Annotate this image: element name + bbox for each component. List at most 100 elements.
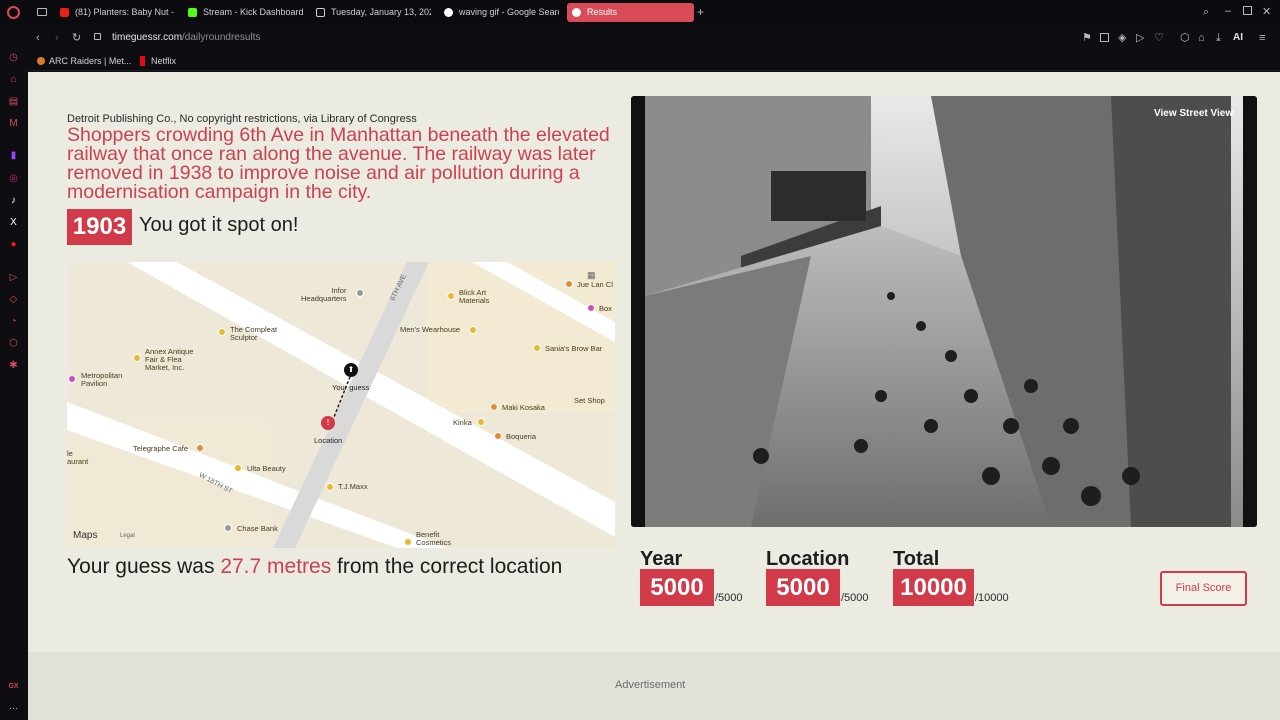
map-view-icon[interactable]: ▦	[587, 270, 596, 281]
settings-icon[interactable]: ✱	[8, 360, 19, 371]
menu-icon[interactable]: ≡	[1259, 32, 1265, 44]
historical-photo[interactable]	[631, 96, 1257, 527]
map-poi-icon	[533, 344, 541, 352]
guess-distance-text: Your guess was 27.7 metres from the corr…	[67, 555, 563, 578]
bookmark-arc-raiders[interactable]: ARC Raiders | Met...	[49, 56, 131, 66]
total-score-label: Total	[893, 548, 940, 570]
map-label: Infor Headquarters	[301, 286, 347, 303]
map-poi-icon	[218, 328, 226, 336]
year-badge: 1903	[67, 209, 132, 245]
reload-icon[interactable]: ↻	[72, 32, 81, 44]
new-tab-icon[interactable]: +	[697, 6, 704, 18]
speed-dial-icon[interactable]: ◷	[8, 52, 19, 63]
map-label: The Compleat Sculptor	[230, 325, 278, 342]
map-label: Benefit Cosmetics	[416, 530, 452, 547]
messenger-icon[interactable]: M	[8, 118, 19, 129]
tab-youtube[interactable]: (81) Planters: Baby Nut - 2	[55, 3, 175, 22]
map-poi-icon	[234, 464, 242, 472]
bookmarks-bar: ARC Raiders | Met... Netflix	[0, 51, 1280, 71]
player-icon[interactable]: ▷	[8, 272, 19, 283]
map-poi-icon	[404, 538, 412, 546]
map-poi-icon	[356, 289, 364, 297]
map-label: le aurant	[67, 449, 89, 466]
map-label: Sania's Brow Bar	[545, 344, 603, 353]
location-score-max: /5000	[841, 592, 869, 604]
map-label: Chase Bank	[237, 524, 278, 533]
location-pin-icon[interactable]: !	[321, 416, 335, 430]
year-score-value: 5000	[640, 569, 714, 606]
lock-icon	[94, 33, 101, 40]
tab-google[interactable]: waving gif - Google Search	[439, 3, 559, 22]
pinboard-icon[interactable]: ▤	[8, 96, 19, 107]
map-legal-link[interactable]: Legal	[120, 533, 135, 539]
tab-date[interactable]: Tuesday, January 13, 2026	[311, 3, 431, 22]
map-label: T.J.Maxx	[338, 482, 368, 491]
photo-caption: Shoppers crowding 6th Ave in Manhattan b…	[67, 124, 610, 203]
forward-icon[interactable]: ›	[55, 32, 59, 44]
history-icon[interactable]: ◔	[8, 316, 19, 327]
total-score-value: 10000	[893, 569, 974, 606]
wallet-icon[interactable]: ⌂	[1198, 32, 1205, 44]
extensions-sidebar-icon[interactable]: ⬡	[8, 338, 19, 349]
more-icon[interactable]: …	[8, 701, 19, 712]
heart-icon[interactable]: ♡	[1154, 32, 1164, 44]
bookmark-icon[interactable]: ⚑	[1082, 32, 1092, 44]
map-poi-icon	[587, 304, 595, 312]
shield-icon[interactable]: ◈	[1118, 32, 1126, 44]
map-label: Telegraphe Cafe	[133, 444, 189, 453]
map-label: Ulta Beauty	[247, 464, 286, 473]
total-score-max: /10000	[975, 592, 1009, 604]
opera-logo-icon[interactable]	[7, 6, 20, 19]
x-icon[interactable]: X	[8, 217, 19, 228]
map-label: Jue Lan Cl	[577, 280, 613, 289]
snapshot-icon[interactable]	[1100, 33, 1109, 42]
download-icon[interactable]: ⤓	[1216, 32, 1221, 44]
map-label: Your guess	[332, 383, 370, 392]
gx-icon[interactable]: GX	[8, 681, 19, 692]
map-poi-icon	[494, 432, 502, 440]
map-poi-icon	[477, 418, 485, 426]
youtube-icon	[60, 8, 69, 17]
tiktok-icon[interactable]: ♪	[8, 195, 19, 206]
search-icon[interactable]: ⌕	[1203, 6, 1209, 18]
music-icon[interactable]: ●	[8, 239, 19, 250]
minimize-icon[interactable]: –	[1225, 5, 1231, 17]
google-icon	[444, 8, 453, 17]
instagram-icon[interactable]: ◎	[8, 173, 19, 184]
arc-raiders-icon	[37, 57, 45, 65]
address-bar: ‹ › ↻ timeguessr.com/dailyroundresults ⚑…	[0, 25, 1280, 51]
view-street-view-button[interactable]: View Street View	[1154, 108, 1233, 119]
map-label: Blick Art Materials	[459, 288, 490, 305]
calendar-icon	[316, 8, 325, 17]
guess-pin-icon[interactable]: ⬆	[344, 363, 358, 377]
tab-kick[interactable]: Stream - Kick Dashboard	[183, 3, 303, 22]
location-score-label: Location	[766, 548, 850, 570]
map-poi-icon	[133, 354, 141, 362]
bookmark-netflix[interactable]: Netflix	[151, 56, 176, 66]
maximize-icon[interactable]	[1243, 6, 1252, 15]
map-poi-icon	[196, 444, 204, 452]
map-poi-icon	[447, 292, 455, 300]
year-score-max: /5000	[715, 592, 743, 604]
year-score-label: Year	[640, 548, 683, 570]
back-icon[interactable]: ‹	[36, 32, 40, 44]
advertisement-label: Advertisement	[615, 679, 686, 691]
play-icon[interactable]: ▷	[1136, 32, 1144, 44]
twitch-icon[interactable]: ▮	[8, 150, 19, 161]
extensions-icon[interactable]: ⬡	[1180, 32, 1190, 44]
results-map[interactable]: Infor Headquarters 6TH AVE Blick Art Mater…	[67, 262, 615, 548]
map-label: Annex Antique Fair & Flea Market, Inc.	[145, 347, 194, 372]
final-score-button[interactable]: Final Score	[1160, 571, 1247, 606]
tab-results[interactable]: Results	[567, 3, 694, 22]
cube-icon[interactable]: ◇	[8, 294, 19, 305]
street-photo-image	[631, 96, 1257, 527]
close-window-icon[interactable]: ✕	[1262, 6, 1271, 18]
ai-icon[interactable]: AI	[1233, 32, 1243, 44]
results-page: Detroit Publishing Co., No copyright res…	[28, 72, 1280, 720]
map-poi-icon	[68, 375, 76, 383]
map-label: Set Shop	[574, 396, 605, 405]
tab-overview-icon[interactable]	[37, 8, 47, 16]
shopping-icon[interactable]: ⌂	[8, 74, 19, 85]
url-field[interactable]: timeguessr.com/dailyroundresults	[112, 32, 260, 43]
map-poi-icon	[469, 326, 477, 334]
